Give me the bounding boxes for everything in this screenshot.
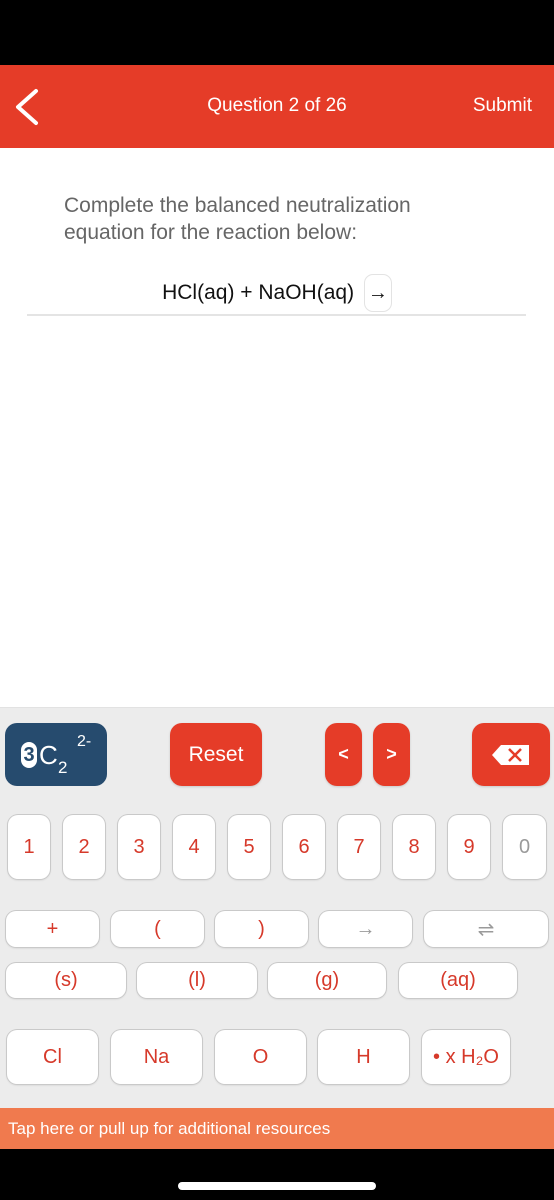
- reset-button[interactable]: Reset: [170, 723, 262, 786]
- divider: [27, 314, 526, 316]
- answer-input[interactable]: →: [363, 274, 392, 312]
- digit-key-6[interactable]: 6: [283, 815, 325, 879]
- coefficient-badge: 3: [21, 742, 37, 768]
- element-key-na[interactable]: Na: [111, 1030, 202, 1084]
- additional-resources-bar[interactable]: Tap here or pull up for additional resou…: [0, 1108, 554, 1149]
- element-preview-key[interactable]: 3 C 2 2-: [5, 723, 107, 786]
- cursor-left-button[interactable]: <: [325, 723, 362, 786]
- state-liquid-key[interactable]: (l): [137, 963, 257, 998]
- digit-key-7[interactable]: 7: [338, 815, 380, 879]
- digit-key-4[interactable]: 4: [173, 815, 215, 879]
- state-gas-key[interactable]: (g): [268, 963, 386, 998]
- question-area: Complete the balanced neutralization equ…: [0, 148, 554, 707]
- equation-reactants: HCl(aq) + NaOH(aq): [162, 281, 355, 304]
- open-paren-key[interactable]: (: [111, 911, 204, 947]
- element-key-o[interactable]: O: [215, 1030, 306, 1084]
- equation: HCl(aq) + NaOH(aq) →: [0, 274, 554, 312]
- plus-key[interactable]: +: [6, 911, 99, 947]
- digit-key-0[interactable]: 0: [503, 815, 546, 879]
- home-area: [0, 1149, 554, 1200]
- submit-button[interactable]: Submit: [473, 95, 532, 117]
- hydrate-key[interactable]: • x H₂O: [422, 1030, 510, 1084]
- state-solid-key[interactable]: (s): [6, 963, 126, 998]
- backspace-button[interactable]: [472, 723, 550, 786]
- element-key-h[interactable]: H: [318, 1030, 409, 1084]
- header: Question 2 of 26 Submit: [0, 65, 554, 148]
- digit-key-2[interactable]: 2: [63, 815, 105, 879]
- equilibrium-arrow-key[interactable]: ⇌: [424, 911, 548, 947]
- back-button[interactable]: [8, 85, 48, 129]
- digit-key-1[interactable]: 1: [8, 815, 50, 879]
- element-symbol: C: [39, 740, 58, 770]
- state-aqueous-key[interactable]: (aq): [399, 963, 517, 998]
- close-paren-key[interactable]: ): [215, 911, 308, 947]
- question-prompt: Complete the balanced neutralization equ…: [64, 194, 411, 244]
- chevron-left-icon: [16, 89, 38, 125]
- digit-key-3[interactable]: 3: [118, 815, 160, 879]
- element-key-cl[interactable]: Cl: [7, 1030, 98, 1084]
- cursor-right-button[interactable]: >: [373, 723, 410, 786]
- reaction-arrow: →: [367, 282, 388, 304]
- element-subscript: 2: [58, 758, 68, 777]
- digit-key-9[interactable]: 9: [448, 815, 490, 879]
- chemistry-keyboard: 3 C 2 2- Reset < > 1 2 3 4 5 6 7 8 9 0 +…: [0, 707, 554, 1108]
- element-charge: 2-: [77, 733, 92, 750]
- reaction-arrow-key[interactable]: →: [319, 911, 412, 947]
- status-bar: [0, 0, 554, 65]
- question-counter: Question 2 of 26: [207, 95, 347, 116]
- home-indicator[interactable]: [178, 1182, 376, 1190]
- digit-key-8[interactable]: 8: [393, 815, 435, 879]
- digit-key-5[interactable]: 5: [228, 815, 270, 879]
- backspace-icon: [492, 744, 529, 765]
